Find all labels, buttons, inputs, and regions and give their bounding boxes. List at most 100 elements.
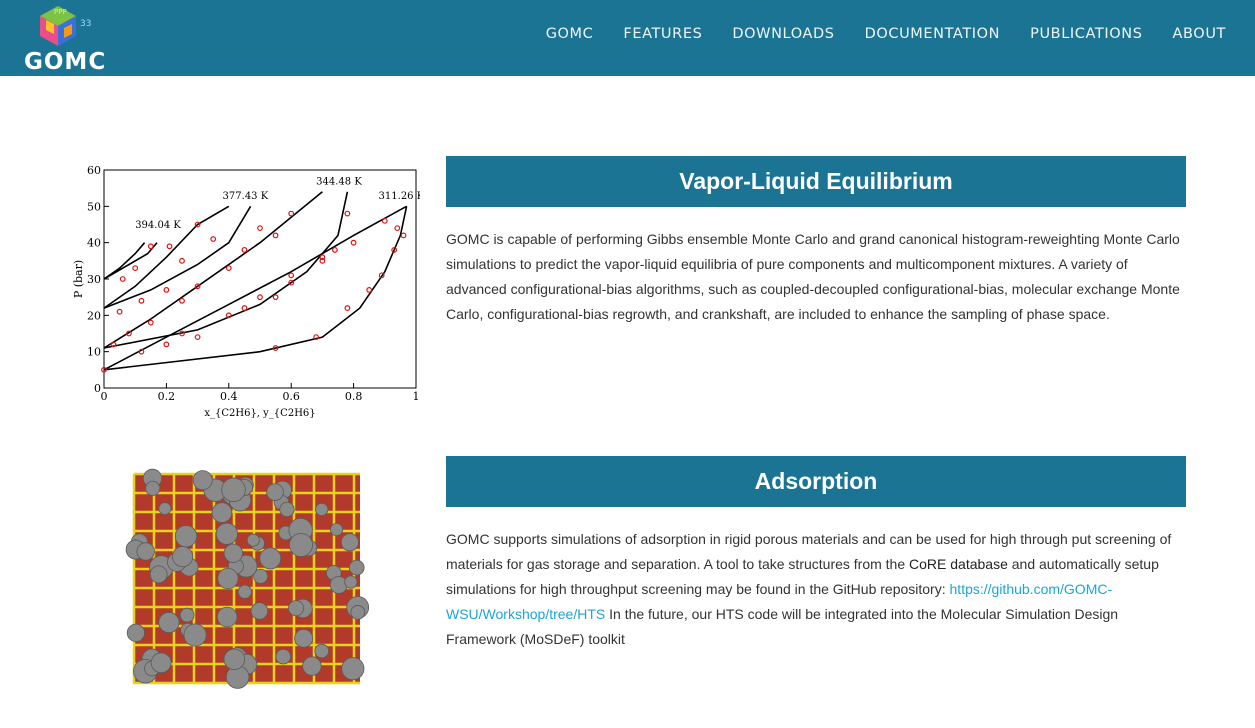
lattice-element <box>150 652 172 674</box>
data-point <box>400 232 407 239</box>
section-body-vle: GOMC is capable of performing Gibbs ense… <box>446 231 1180 322</box>
section-body-adsorption: GOMC supports simulations of adsorption … <box>446 527 1186 652</box>
lattice-element <box>344 575 358 589</box>
x-tick-label: 0 <box>101 390 108 403</box>
logo-cube-icon: 33 PPP <box>40 6 91 46</box>
lattice-element <box>289 532 313 557</box>
x-tick-label: 1 <box>413 390 420 403</box>
data-point <box>163 286 170 293</box>
lattice-element <box>329 575 348 594</box>
data-point <box>257 225 263 232</box>
lattice-element <box>275 648 292 665</box>
nav-about[interactable]: ABOUT <box>1173 26 1227 42</box>
y-tick-label: 60 <box>87 164 101 177</box>
lattice-element <box>294 628 314 648</box>
vle-phase-diagram: 0 0.2 0.4 0.6 0.8 10102030405060P (bar)x_{C2H… <box>72 164 420 419</box>
svg-text:33: 33 <box>80 19 91 29</box>
lattice-element <box>221 477 246 503</box>
core-database-text: CoRE database <box>909 556 1008 572</box>
lattice-element <box>136 542 155 561</box>
data-point <box>241 247 248 253</box>
section-title-vle: Vapor-Liquid Equilibrium <box>446 156 1186 207</box>
gomc-logo[interactable]: 33 PPP GOMC <box>24 4 107 75</box>
x-tick-label: 0.4 <box>220 390 238 403</box>
x-tick-label: 0.6 <box>282 390 300 403</box>
lattice-element <box>145 480 161 496</box>
data-point <box>272 232 279 239</box>
logo-text: GOMC <box>24 49 107 75</box>
nav-gomc[interactable]: GOMC <box>546 26 594 42</box>
lattice-element <box>174 525 198 548</box>
temperature-label: 311.26 K <box>379 191 420 202</box>
zeolite-adsorption-image <box>125 468 370 689</box>
data-point <box>147 319 154 326</box>
lattice-element <box>211 502 233 523</box>
data-point <box>163 341 170 348</box>
lattice-element <box>350 605 366 620</box>
lattice-element <box>223 648 246 671</box>
lattice-element <box>215 522 238 545</box>
data-point <box>179 257 185 264</box>
data-point <box>119 276 126 282</box>
data-point <box>116 308 123 315</box>
lattice-element <box>302 656 322 676</box>
series-line-liquid <box>103 242 146 280</box>
data-point <box>344 305 351 311</box>
data-point <box>394 225 401 232</box>
nav-publications[interactable]: PUBLICATIONS <box>1030 26 1142 42</box>
lattice-element <box>266 483 284 501</box>
data-point <box>257 294 263 301</box>
lattice-element <box>158 502 172 515</box>
nav-documentation[interactable]: DOCUMENTATION <box>865 26 1001 42</box>
lattice-element <box>246 533 260 547</box>
data-point <box>331 247 338 253</box>
data-point <box>241 305 248 311</box>
top-navigation-bar: 33 PPP GOMC GOMC FEATURES DOWNLOADS DOCU… <box>0 0 1255 76</box>
data-point <box>210 236 217 242</box>
data-point <box>179 297 185 304</box>
lattice-element <box>183 623 207 647</box>
temperature-label: 344.48 K <box>316 177 362 188</box>
temperature-label: 377.43 K <box>223 191 269 202</box>
svg-text:PPP: PPP <box>54 8 67 16</box>
data-point <box>381 217 388 224</box>
data-point <box>225 265 232 271</box>
y-tick-label: 20 <box>87 309 101 322</box>
lattice-element <box>179 607 195 623</box>
data-point <box>147 243 154 250</box>
lattice-element <box>259 547 282 570</box>
data-point <box>344 210 351 217</box>
lattice-element <box>341 657 365 681</box>
lattice-element <box>217 567 239 590</box>
section-title-adsorption: Adsorption <box>446 456 1186 507</box>
data-point <box>138 297 145 304</box>
data-point <box>288 272 295 279</box>
nav-features[interactable]: FEATURES <box>623 26 702 42</box>
lattice-element <box>279 501 295 518</box>
data-point <box>350 239 357 246</box>
lattice-element <box>158 611 180 634</box>
plot-frame <box>103 169 417 389</box>
temperature-label: 394.04 K <box>135 220 181 231</box>
data-point <box>166 243 173 250</box>
x-tick-label: 0.2 <box>158 390 176 403</box>
lattice-element <box>330 522 344 537</box>
lattice-element <box>314 643 330 659</box>
lattice-element <box>315 502 329 517</box>
lattice-element <box>192 470 213 491</box>
data-point <box>366 286 373 293</box>
data-point <box>132 265 139 271</box>
y-tick-label: 10 <box>87 346 101 359</box>
lattice-element <box>216 606 238 628</box>
lattice-element <box>149 565 168 584</box>
y-tick-label: 30 <box>87 273 101 286</box>
nav-downloads[interactable]: DOWNLOADS <box>732 26 834 42</box>
lattice-element <box>237 584 252 599</box>
y-tick-label: 40 <box>87 237 101 250</box>
data-point <box>288 210 295 217</box>
y-tick-label: 0 <box>94 382 101 395</box>
x-tick-label: 0.8 <box>345 390 363 403</box>
data-point <box>194 334 201 341</box>
lattice-element <box>223 543 243 563</box>
lattice-element <box>288 600 305 617</box>
